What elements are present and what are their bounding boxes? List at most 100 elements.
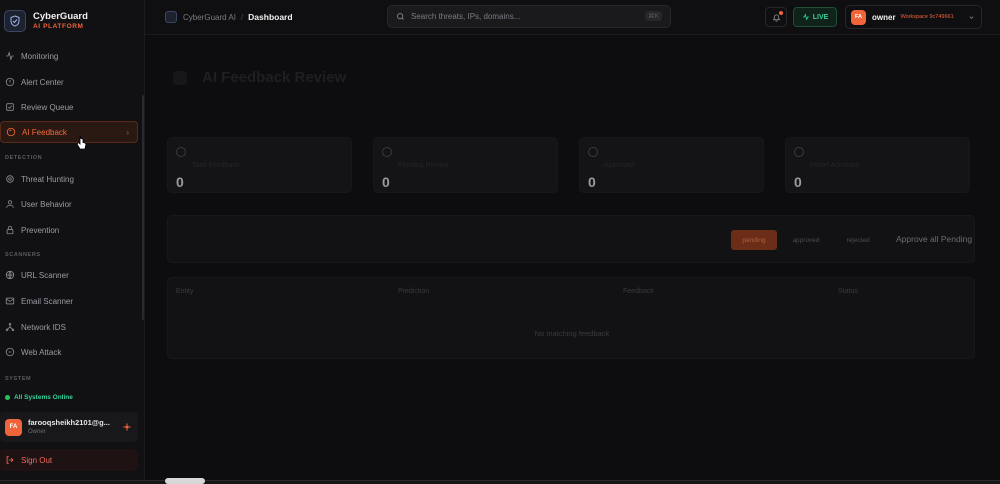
brand-subtitle: AI PLATFORM	[33, 23, 84, 30]
sidebar-item-review-queue[interactable]: Review Queue	[0, 96, 138, 118]
search-shortcut: ⌘K	[645, 11, 662, 21]
sidebar-item-email-scanner[interactable]: Email Scanner	[0, 290, 138, 312]
stat-label: Pending Review	[398, 162, 449, 169]
stat-value: 0	[382, 174, 390, 190]
alert-icon	[5, 77, 15, 87]
section-label-detection: DETECTION	[5, 155, 43, 161]
check-circle-icon	[588, 147, 598, 157]
bottom-strip	[0, 478, 1000, 484]
sign-out-label: Sign Out	[21, 455, 53, 465]
sidebar-item-label: Threat Hunting	[21, 174, 74, 184]
sidebar-item-url-scanner[interactable]: URL Scanner	[0, 264, 138, 286]
check-circle-icon	[382, 147, 392, 157]
feedback-table: Entity Prediction Feedback Status No mat…	[167, 277, 975, 359]
section-label-system: SYSTEM	[5, 376, 32, 382]
breadcrumb-current: Dashboard	[248, 12, 293, 22]
gear-icon[interactable]	[123, 423, 131, 431]
sidebar-item-label: Network IDS	[21, 322, 66, 332]
sidebar-item-label: Email Scanner	[21, 296, 74, 306]
pulse-icon	[802, 13, 809, 21]
avatar: FA	[5, 418, 22, 436]
search-placeholder: Search threats, IPs, domains...	[411, 12, 521, 21]
shield-logo-icon	[165, 11, 177, 23]
sidebar-item-label: Monitoring	[21, 51, 59, 61]
sidebar-item-ai-feedback[interactable]: AI Feedback ›	[0, 121, 138, 143]
sidebar-item-label: Prevention	[21, 225, 60, 235]
live-label: LIVE	[812, 13, 829, 21]
feedback-icon	[173, 71, 187, 85]
check-circle-icon	[176, 147, 186, 157]
notifications-button[interactable]	[765, 7, 787, 27]
check-circle-icon	[794, 147, 804, 157]
breadcrumb: CyberGuard AI / Dashboard	[165, 11, 293, 23]
live-badge: LIVE	[793, 7, 837, 27]
shield-logo-icon	[4, 10, 26, 32]
sidebar-item-network-ids[interactable]: Network IDS	[0, 316, 138, 338]
stat-card: Total Feedback 0	[167, 137, 352, 193]
stat-card: Model Accuracy 0	[785, 137, 970, 193]
feedback-icon	[6, 127, 16, 137]
sidebar: CyberGuard AI PLATFORM Monitoring Alert …	[0, 0, 145, 484]
logout-icon	[6, 456, 14, 464]
pointer-cursor-icon	[77, 136, 87, 149]
notification-dot	[779, 11, 783, 15]
stat-label: Model Accuracy	[810, 162, 860, 169]
user-card[interactable]: FA farooqsheikh2101@g... Owner	[0, 412, 138, 442]
sidebar-item-alert-center[interactable]: Alert Center	[0, 71, 138, 93]
user-role: Owner	[28, 429, 46, 436]
stat-label: Approved	[604, 162, 634, 169]
sidebar-item-user-behavior[interactable]: User Behavior	[0, 193, 138, 215]
sidebar-item-label: Review Queue	[21, 102, 74, 112]
globe-icon	[5, 270, 15, 280]
brand[interactable]: CyberGuard AI PLATFORM	[0, 0, 145, 42]
status-dot-icon	[5, 395, 10, 400]
table-header: Feedback	[623, 288, 654, 295]
activity-icon	[6, 51, 14, 61]
target-icon	[6, 175, 14, 183]
search-icon	[397, 13, 404, 20]
sidebar-item-threat-hunting[interactable]: Threat Hunting	[0, 168, 138, 190]
main-content: AI Feedback Review Total Feedback 0 Pend…	[145, 35, 1000, 484]
account-menu[interactable]: FA owner Workspace 9c749661	[845, 5, 982, 29]
chevron-right-icon: ›	[126, 127, 129, 137]
filter-pending-button[interactable]: pending	[731, 230, 777, 250]
network-icon	[5, 322, 15, 332]
user-icon	[6, 200, 14, 208]
review-icon	[6, 103, 14, 111]
table-header: Entity	[176, 288, 194, 295]
system-status: All Systems Online	[5, 394, 73, 401]
approve-all-button[interactable]: Approve all Pending	[896, 234, 972, 244]
sidebar-item-label: Alert Center	[21, 77, 64, 87]
stat-label: Total Feedback	[192, 162, 240, 169]
system-status-text: All Systems Online	[14, 394, 73, 401]
stat-value: 0	[588, 174, 596, 190]
breadcrumb-root[interactable]: CyberGuard AI	[183, 13, 236, 22]
mail-icon	[5, 297, 15, 305]
workspace-label: Workspace 9c749661	[900, 14, 954, 20]
stat-card: Pending Review 0	[373, 137, 558, 193]
filter-rejected-button[interactable]: rejected	[835, 230, 881, 250]
brand-name: CyberGuard	[33, 10, 88, 22]
sidebar-item-label: User Behavior	[21, 199, 72, 209]
sign-out-button[interactable]: Sign Out	[0, 449, 138, 471]
filter-bar: pending approved rejected Approve all Pe…	[167, 215, 975, 263]
sidebar-item-web-attack[interactable]: Web Attack	[0, 341, 138, 363]
user-email: farooqsheikh2101@g...	[28, 417, 110, 427]
empty-state: No matching feedback	[534, 329, 610, 338]
table-header: Status	[838, 288, 858, 295]
scroll-indicator[interactable]	[165, 478, 205, 484]
section-label-scanners: SCANNERS	[5, 252, 41, 258]
sidebar-item-label: Web Attack	[21, 347, 62, 357]
app: CyberGuard AI PLATFORM Monitoring Alert …	[0, 0, 1000, 484]
topbar: CyberGuard AI / Dashboard Search threats…	[145, 0, 1000, 35]
sidebar-item-monitoring[interactable]: Monitoring	[0, 45, 138, 67]
table-header: Prediction	[398, 288, 430, 295]
breadcrumb-separator: /	[240, 12, 244, 22]
search-input[interactable]: Search threats, IPs, domains... ⌘K	[387, 5, 671, 28]
sidebar-item-label: URL Scanner	[21, 270, 69, 280]
shield-alert-icon	[5, 347, 15, 357]
sidebar-scrollbar[interactable]	[142, 95, 144, 320]
sidebar-item-prevention[interactable]: Prevention	[0, 219, 138, 241]
filter-approved-button[interactable]: approved	[783, 230, 829, 250]
chevron-down-icon	[969, 16, 974, 19]
